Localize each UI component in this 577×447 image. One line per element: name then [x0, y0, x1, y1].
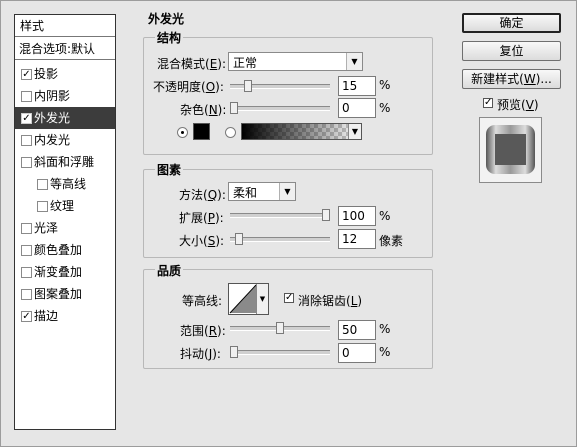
elements-title: 图素 — [155, 161, 184, 178]
ok-button[interactable]: 确定 — [462, 13, 561, 33]
noise-slider-thumb[interactable] — [230, 102, 238, 114]
sidebar-item[interactable]: ✓ 投影 — [15, 63, 115, 85]
sidebar-item[interactable]: 渐变叠加 — [15, 261, 115, 283]
sidebar-item[interactable]: 光泽 — [15, 217, 115, 239]
chevron-down-icon: ▼ — [346, 53, 362, 70]
size-label: 大小(S): — [179, 234, 225, 248]
opacity-slider-thumb[interactable] — [244, 80, 252, 92]
sidebar-item[interactable]: 内阴影 — [15, 85, 115, 107]
chevron-down-icon: ▼ — [279, 183, 295, 200]
sidebar-item[interactable]: ✓ 外发光 — [15, 107, 115, 129]
range-slider[interactable] — [230, 322, 330, 334]
noise-label: 杂色(N): — [180, 103, 227, 117]
size-slider[interactable] — [230, 233, 330, 245]
sidebar-item-checkbox[interactable] — [21, 91, 32, 102]
range-unit: % — [379, 322, 391, 336]
antialias-checkbox[interactable]: ✓ — [284, 293, 294, 303]
antialias-label: 消除锯齿(L) — [298, 294, 363, 308]
sidebar-item-label: 颜色叠加 — [34, 243, 83, 257]
sidebar-item[interactable]: 斜面和浮雕 — [15, 151, 115, 173]
method-value: 柔和 — [233, 186, 258, 200]
jitter-slider[interactable] — [230, 346, 330, 358]
preview-checkbox[interactable]: ✓ — [483, 98, 493, 108]
sidebar-item-label: 外发光 — [34, 111, 71, 125]
sidebar-item[interactable]: 内发光 — [15, 129, 115, 151]
sidebar-item-checkbox[interactable] — [21, 223, 32, 234]
quality-title: 品质 — [155, 262, 184, 279]
chevron-down-icon: ▼ — [256, 284, 268, 314]
blend-mode-label: 混合模式(E): — [157, 57, 227, 71]
size-slider-thumb[interactable] — [235, 233, 243, 245]
preview-thumbnail — [479, 117, 542, 183]
sidebar-item-checkbox[interactable] — [21, 245, 32, 256]
color-radio[interactable] — [177, 127, 188, 138]
sidebar-item-label: 内阴影 — [34, 89, 71, 103]
sidebar-item[interactable]: 等高线 — [15, 173, 115, 195]
preview-label: 预览(V) — [497, 98, 539, 112]
sidebar-item-label: 描边 — [34, 309, 59, 323]
sidebar-item-label: 投影 — [34, 67, 59, 81]
spread-input[interactable]: 100 — [338, 206, 376, 226]
range-label: 范围(R): — [180, 324, 226, 338]
sidebar-item-label: 光泽 — [34, 221, 59, 235]
jitter-unit: % — [379, 345, 391, 359]
jitter-input[interactable]: 0 — [338, 343, 376, 363]
noise-unit: % — [379, 101, 391, 115]
method-select[interactable]: 柔和 ▼ — [228, 182, 296, 201]
method-label: 方法(Q): — [179, 188, 226, 202]
reset-button[interactable]: 复位 — [462, 41, 561, 61]
sidebar-item-label: 渐变叠加 — [34, 265, 83, 279]
blend-mode-value: 正常 — [233, 56, 258, 70]
sidebar-item[interactable]: 图案叠加 — [15, 283, 115, 305]
jitter-label: 抖动(J): — [180, 347, 221, 361]
panel-title: 外发光 — [148, 12, 185, 26]
sidebar-item-label: 等高线 — [50, 177, 87, 191]
opacity-input[interactable]: 15 — [338, 76, 376, 96]
opacity-label: 不透明度(O): — [153, 80, 224, 94]
sidebar-item-label: 纹理 — [50, 199, 75, 213]
jitter-slider-thumb[interactable] — [230, 346, 238, 358]
contour-curve-icon — [229, 284, 257, 314]
glow-color-swatch[interactable] — [193, 123, 210, 140]
sidebar-item[interactable]: 纹理 — [15, 195, 115, 217]
size-input[interactable]: 12 — [338, 229, 376, 249]
sidebar-item-checkbox[interactable]: ✓ — [21, 311, 32, 322]
sidebar-item-checkbox[interactable]: ✓ — [21, 113, 32, 124]
noise-input[interactable]: 0 — [338, 98, 376, 118]
styles-sidebar: 样式 混合选项:默认 ✓ 投影 内阴影 ✓ 外发光 内发光 斜面和浮雕 等高线 纹理 光泽 颜色叠加… — [14, 14, 116, 430]
new-style-button[interactable]: 新建样式(W)... — [462, 69, 561, 89]
sidebar-item-checkbox[interactable] — [21, 267, 32, 278]
contour-label: 等高线: — [182, 294, 223, 308]
range-input[interactable]: 50 — [338, 320, 376, 340]
sidebar-item-label: 图案叠加 — [34, 287, 83, 301]
gradient-picker[interactable]: ▼ — [241, 123, 362, 140]
range-slider-thumb[interactable] — [276, 322, 284, 334]
size-unit: 像素 — [379, 234, 404, 248]
noise-slider[interactable] — [230, 102, 330, 114]
chevron-down-icon: ▼ — [348, 124, 361, 139]
sidebar-item-checkbox[interactable] — [37, 201, 48, 212]
sidebar-item-label: 内发光 — [34, 133, 71, 147]
opacity-slider[interactable] — [230, 80, 330, 92]
contour-picker[interactable]: ▼ — [228, 283, 269, 315]
sidebar-item-label: 斜面和浮雕 — [34, 155, 95, 169]
structure-title: 结构 — [155, 29, 184, 46]
spread-unit: % — [379, 209, 391, 223]
sidebar-blend-options[interactable]: 混合选项:默认 — [15, 38, 115, 60]
sidebar-item-checkbox[interactable] — [21, 289, 32, 300]
sidebar-item[interactable]: ✓ 描边 — [15, 305, 115, 327]
sidebar-item-checkbox[interactable] — [37, 179, 48, 190]
spread-slider[interactable] — [230, 209, 330, 221]
gradient-radio[interactable] — [225, 127, 236, 138]
sidebar-item-checkbox[interactable] — [21, 157, 32, 168]
spread-slider-thumb[interactable] — [322, 209, 330, 221]
preview-inner-square — [495, 134, 526, 165]
sidebar-item-checkbox[interactable] — [21, 135, 32, 146]
blend-mode-select[interactable]: 正常 ▼ — [228, 52, 363, 71]
sidebar-title: 样式 — [15, 15, 115, 37]
opacity-unit: % — [379, 78, 391, 92]
sidebar-item[interactable]: 颜色叠加 — [15, 239, 115, 261]
sidebar-item-checkbox[interactable]: ✓ — [21, 69, 32, 80]
spread-label: 扩展(P): — [179, 211, 224, 225]
